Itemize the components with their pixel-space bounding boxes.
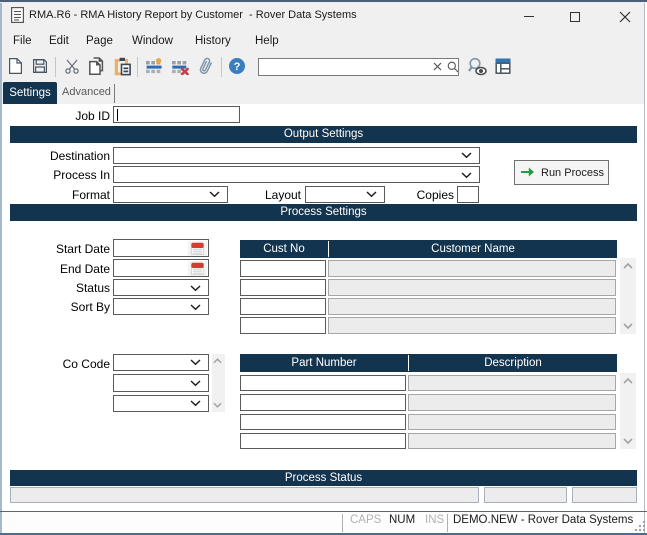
svg-text:?: ? xyxy=(234,61,241,73)
